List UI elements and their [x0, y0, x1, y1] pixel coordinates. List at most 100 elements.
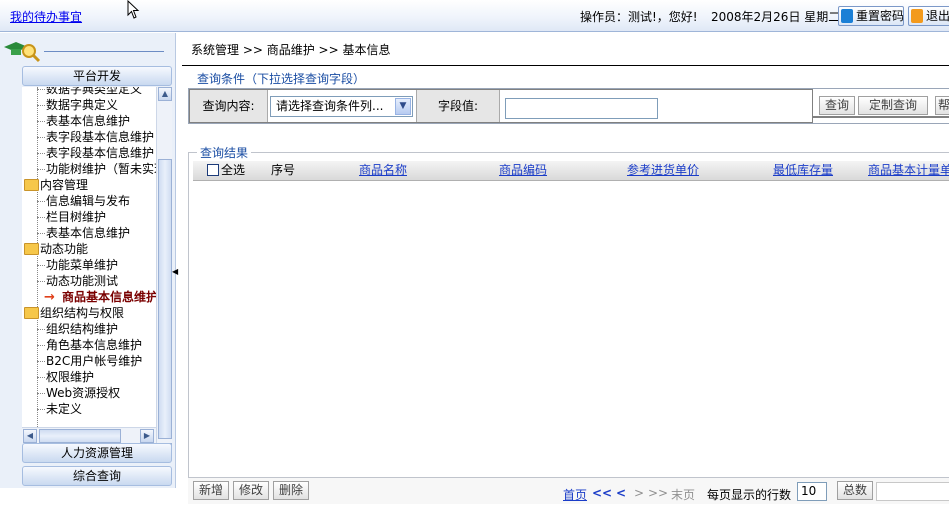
tree-item[interactable]: 表字段基本信息维护 [22, 129, 157, 145]
navigation-tree: 数据字典类型定义 数据字典定义 表基本信息维护 表字段基本信息维护 表字段基本信息维护功… [22, 87, 172, 427]
mouse-cursor-icon [127, 0, 140, 19]
scroll-up-icon[interactable]: ▲ [158, 87, 172, 101]
tree-item[interactable]: 组织结构维护 [22, 321, 157, 337]
chevron-right-icon[interactable]: > [634, 486, 644, 500]
graduation-search-icon [4, 42, 41, 63]
select-all-label[interactable]: 全选 [221, 161, 249, 181]
exit-button[interactable]: 退出 [908, 6, 949, 26]
tree-item-label: 动态功能测试 [46, 274, 119, 288]
tree-item-label: 内容管理 [40, 178, 89, 192]
custom-query-button[interactable]: 定制查询 [858, 96, 928, 115]
query-field-select[interactable]: 请选择查询条件列... ▼ [270, 96, 413, 117]
folder-icon [24, 179, 39, 191]
tree-item[interactable]: 数据字典定义 [22, 97, 157, 113]
tree-item-label: 组织结构与权限 [40, 306, 125, 320]
result-grid-header: 全选 序号 商品名称 商品编码 参考进货单价 最低库存量 商品基本计量单位 [193, 161, 949, 181]
reset-password-button[interactable]: 重置密码 [838, 6, 904, 26]
collapse-sidebar-icon[interactable]: ◀ [172, 266, 178, 278]
column-header-reference-price[interactable]: 参考进货单价 [603, 161, 723, 181]
tree-item-label: 动态功能 [40, 242, 89, 256]
column-header-product-code[interactable]: 商品编码 [473, 161, 573, 181]
tree-item[interactable]: 栏目树维护 [22, 209, 157, 225]
tree-horizontal-scrollbar[interactable]: ◀ ▶ [22, 427, 156, 443]
accordion-general-query[interactable]: 综合查询 [22, 466, 172, 486]
query-button[interactable]: 查询 [819, 96, 855, 115]
tree-item[interactable]: 表基本信息维护 [22, 225, 157, 241]
first-page-link[interactable]: 首页 [563, 486, 587, 503]
left-navigation-panel: 平台开发 数据字典类型定义 数据字典定义 表基本信息维护 表字段基本信息维护 表字段基本… [0, 33, 176, 488]
tree-item[interactable]: 角色基本信息维护 [22, 337, 157, 353]
tree-item[interactable]: 信息编辑与发布 [22, 193, 157, 209]
tree-item[interactable]: 数据字典类型定义 [22, 87, 157, 97]
exit-icon [911, 9, 923, 23]
tree-folder[interactable]: 内容管理 [22, 177, 157, 193]
folder-icon [24, 243, 39, 255]
tree-item-label: 商品基本信息维护 [62, 290, 157, 304]
tree-item-label: 组织结构维护 [46, 322, 119, 336]
tree-item-label: 未定义 [46, 402, 83, 416]
tree-vertical-scrollbar[interactable]: ▲ ▼ [156, 87, 172, 459]
breadcrumb: 系统管理 >> 商品维护 >> 基本信息 [191, 43, 391, 57]
column-header-min-stock[interactable]: 最低库存量 [753, 161, 853, 181]
header-divider [182, 65, 949, 66]
query-condition-row: 查询内容: 请选择查询条件列... ▼ 字段值: [189, 89, 813, 123]
tree-item[interactable]: 表基本信息维护 [22, 113, 157, 129]
tree-item-label: 表基本信息维护 [46, 226, 131, 240]
tree-item[interactable]: 功能菜单维护 [22, 257, 157, 273]
accordion-hr-management[interactable]: 人力资源管理 [22, 443, 172, 463]
double-chevron-left-icon[interactable]: << [592, 486, 612, 500]
tree-item-label: 权限维护 [46, 370, 95, 384]
horizontal-scroll-thumb[interactable] [39, 429, 121, 443]
logo-divider [44, 51, 164, 52]
tree-item-label: 表字段基本信息维护 [46, 146, 155, 160]
delete-button[interactable]: 删除 [273, 481, 309, 500]
rows-per-page-label: 每页显示的行数 [707, 488, 792, 502]
tree-item[interactable]: 功能树维护（暂未实现 [22, 161, 157, 177]
folder-icon [24, 307, 39, 319]
column-header-base-unit[interactable]: 商品基本计量单位 [868, 161, 949, 181]
scroll-right-icon[interactable]: ▶ [140, 429, 154, 443]
tree-list: 数据字典类型定义 数据字典定义 表基本信息维护 表字段基本信息维护 表字段基本信息维护功… [22, 87, 157, 417]
edit-button[interactable]: 修改 [233, 481, 269, 500]
query-result-panel: 全选 序号 商品名称 商品编码 参考进货单价 最低库存量 商品基本计量单位 [188, 152, 949, 504]
field-value-input[interactable] [505, 98, 658, 119]
top-bar: 我的待办事宜 操作员：测试!，您好! 2008年2月26日 星期二 重置密码 退… [0, 0, 949, 32]
scroll-left-icon[interactable]: ◀ [23, 429, 37, 443]
logo-row [0, 39, 176, 63]
double-chevron-right-icon[interactable]: >> [648, 486, 668, 500]
field-value-label: 字段值: [416, 90, 500, 122]
tree-item[interactable]: 未定义 [22, 401, 157, 417]
todo-link[interactable]: 我的待办事宜 [10, 8, 82, 25]
accordion-platform-dev[interactable]: 平台开发 [22, 66, 172, 86]
rows-per-page-input[interactable]: 10 [797, 482, 827, 501]
tree-item-label: 功能菜单维护 [46, 258, 119, 272]
chevron-down-icon[interactable]: ▼ [395, 98, 411, 115]
tree-item-selected[interactable]: → 商品基本信息维护 [22, 289, 157, 305]
tree-folder[interactable]: 动态功能 [22, 241, 157, 257]
tree-item-label: Web资源授权 [46, 386, 121, 400]
chevron-left-icon[interactable]: < [616, 486, 626, 500]
vertical-scroll-thumb[interactable] [158, 159, 172, 439]
total-count-field [876, 482, 949, 501]
query-content-label: 查询内容: [190, 90, 268, 122]
tree-item-label: 角色基本信息维护 [46, 338, 143, 352]
exit-label: 退出 [926, 9, 949, 23]
result-footer-toolbar: 新增 修改 删除 首页 << < > >> 末页 每页显示的行数 10 总数 [188, 477, 949, 504]
tree-item[interactable]: B2C用户帐号维护 [22, 353, 157, 369]
help-button[interactable]: 帮助 [935, 96, 949, 115]
column-header-product-name[interactable]: 商品名称 [333, 161, 433, 181]
query-result-legend: 查询结果 [197, 144, 252, 161]
operator-greeting: 操作员：测试!，您好! [580, 10, 698, 24]
total-count-button[interactable]: 总数 [837, 481, 873, 500]
add-button[interactable]: 新增 [193, 481, 229, 500]
tree-item[interactable]: 表字段基本信息维护 [22, 145, 157, 161]
tree-folder[interactable]: 组织结构与权限 [22, 305, 157, 321]
tree-item[interactable]: 动态功能测试 [22, 273, 157, 289]
tree-item[interactable]: 权限维护 [22, 369, 157, 385]
tree-item[interactable]: Web资源授权 [22, 385, 157, 401]
tree-item-label: B2C用户帐号维护 [46, 354, 143, 368]
tree-item-label: 信息编辑与发布 [46, 194, 131, 208]
last-page-link[interactable]: 末页 [671, 486, 695, 503]
select-all-checkbox[interactable] [207, 164, 219, 176]
column-header-seq: 序号 [270, 163, 295, 177]
